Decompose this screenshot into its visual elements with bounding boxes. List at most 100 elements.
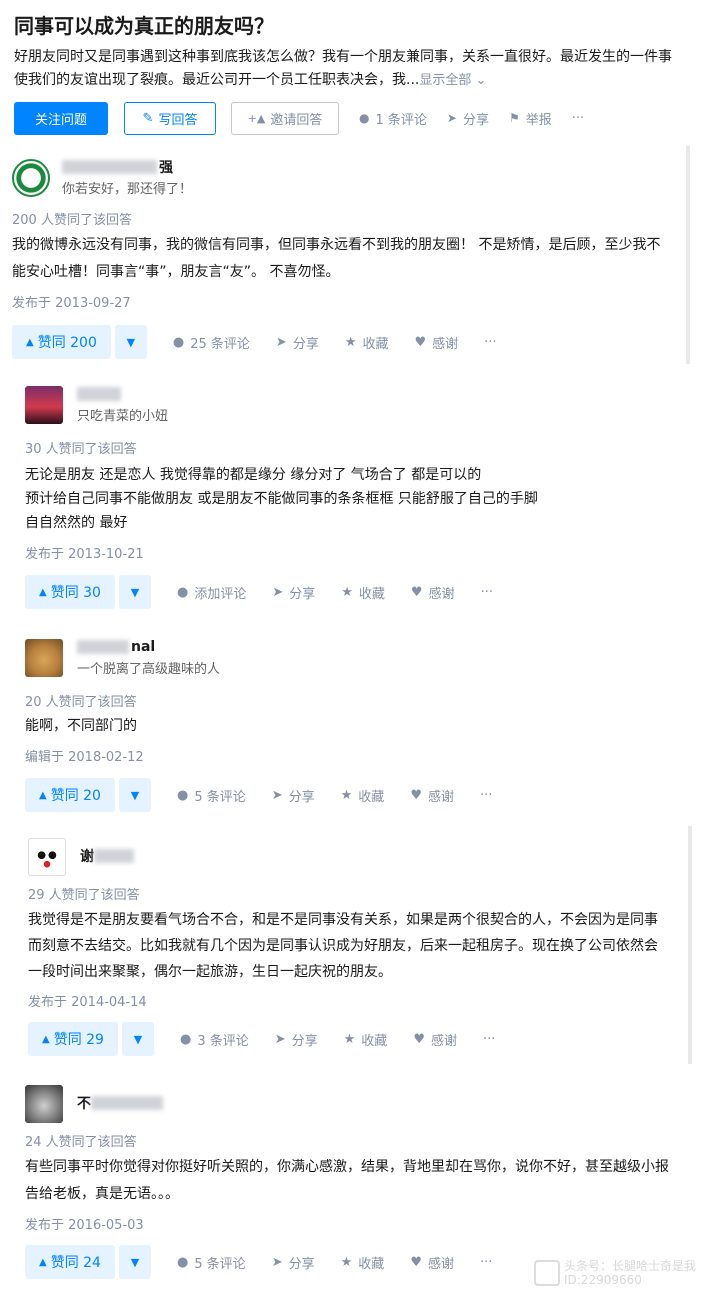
publish-date[interactable]: 发布于 2013-09-27 <box>12 292 702 311</box>
share-icon: ➤ <box>275 334 287 350</box>
avatar[interactable] <box>28 838 66 876</box>
downvote-button[interactable]: ▼ <box>118 778 151 812</box>
heart-icon: ♥ <box>413 1031 425 1047</box>
share-icon: ➤ <box>271 1254 283 1270</box>
triangle-up-icon: ▲ <box>42 1033 50 1045</box>
write-answer-button[interactable]: ✎ 写回答 <box>124 101 216 135</box>
thanks-button[interactable]: ♥ 感谢 <box>415 333 459 352</box>
watermark-line2: ID:22909660 <box>563 1273 642 1287</box>
comment-button[interactable]: ● 25 条评论 <box>173 333 250 352</box>
question-report-button[interactable]: ⚑ 举报 <box>509 109 552 128</box>
downvote-button[interactable]: ▼ <box>114 325 147 359</box>
question-share-label: 分享 <box>462 112 489 128</box>
share-button[interactable]: ➤ 分享 <box>272 583 315 602</box>
upvote-button[interactable]: ▲ 赞同 30 <box>25 575 115 609</box>
answer-paragraph: 预计给自己同事不能做朋友 或是朋友不能做同事的条条框框 只能舒服了自己的手脚 <box>25 491 538 507</box>
triangle-down-icon: ▼ <box>133 1032 143 1046</box>
answer-actions: ▲ 赞同 20 ▼ ● 5 条评论 ➤ 分享 ★ 收藏 ♥ 感谢 ··· <box>25 778 702 812</box>
triangle-up-icon: ▲ <box>39 586 47 598</box>
comment-button[interactable]: ● 3 条评论 <box>180 1030 249 1049</box>
upvote-button[interactable]: ▲ 赞同 20 <box>25 778 115 812</box>
upvote-button[interactable]: ▲ 赞同 24 <box>25 1245 115 1279</box>
watermark: 头条号：长腿哈士奇是我 ID:22909660 <box>533 1259 696 1287</box>
author-name[interactable]: 谢 <box>80 847 136 865</box>
favorite-button[interactable]: ★ 收藏 <box>345 333 389 352</box>
triangle-down-icon: ▼ <box>130 1255 140 1269</box>
flag-icon: ⚑ <box>508 111 520 125</box>
question-share-button[interactable]: ➤ 分享 <box>447 109 489 128</box>
invite-icon: +▲ <box>247 111 266 125</box>
share-button[interactable]: ➤ 分享 <box>272 1253 315 1272</box>
upvote-button[interactable]: ▲ 赞同 29 <box>28 1022 118 1056</box>
answer-card: nal 一个脱离了高级趣味的人 20 人赞同了该回答 能啊，不同部门的 编辑于 … <box>0 638 702 812</box>
author-name[interactable]: 不 <box>77 1094 165 1112</box>
heart-icon: ♥ <box>414 334 427 350</box>
invite-answer-label: 邀请回答 <box>270 112 323 128</box>
show-all-link[interactable]: 显示全部 ⌄ <box>419 73 486 88</box>
author-name[interactable] <box>77 385 168 403</box>
thanks-button[interactable]: ♥ 感谢 <box>410 1253 454 1272</box>
share-button[interactable]: ➤ 分享 <box>272 786 315 805</box>
publish-date[interactable]: 发布于 2016-05-03 <box>25 1214 702 1233</box>
avatar[interactable] <box>12 158 50 197</box>
author-name[interactable]: 强 <box>62 158 192 176</box>
question-header: 同事可以成为真正的朋友吗？ 好朋友同时又是同事遇到这种事到底我该怎么做？我有一个… <box>0 0 702 135</box>
favorite-button[interactable]: ★ 收藏 <box>341 1253 385 1272</box>
more-button[interactable]: ··· <box>484 335 496 350</box>
comment-icon: ● <box>359 111 370 125</box>
thanks-button[interactable]: ♥ 感谢 <box>413 1030 457 1049</box>
upvote-button[interactable]: ▲ 赞同 200 <box>12 325 111 359</box>
downvote-button[interactable]: ▼ <box>118 575 151 609</box>
downvote-button[interactable]: ▼ <box>121 1022 154 1056</box>
more-button[interactable]: ··· <box>483 1032 495 1047</box>
more-button[interactable]: ··· <box>480 788 492 803</box>
avatar[interactable] <box>25 638 63 677</box>
publish-date[interactable]: 发布于 2014-04-14 <box>28 991 702 1010</box>
question-report-label: 举报 <box>525 112 552 128</box>
publish-date[interactable]: 编辑于 2018-02-12 <box>25 746 702 765</box>
answer-card: 强 你若安好，那还得了！ 200 人赞同了该回答 我的微博永远没有同事，我的微信… <box>0 158 702 359</box>
answer-actions: ▲ 赞同 200 ▼ ● 25 条评论 ➤ 分享 ★ 收藏 ♥ 感谢 ··· <box>12 325 702 359</box>
question-more-button[interactable]: ··· <box>572 111 584 126</box>
vote-count: 29 人赞同了该回答 <box>28 888 140 903</box>
question-title[interactable]: 同事可以成为真正的朋友吗？ <box>14 12 688 40</box>
more-button[interactable]: ··· <box>480 1255 492 1270</box>
answer-paragraph: 自自然然的 最好 <box>25 515 128 531</box>
author-name[interactable]: nal <box>77 638 220 656</box>
avatar[interactable] <box>25 385 63 424</box>
share-button[interactable]: ➤ 分享 <box>276 333 319 352</box>
comment-button[interactable]: ● 5 条评论 <box>177 1253 246 1272</box>
heart-icon: ♥ <box>410 1254 422 1270</box>
favorite-button[interactable]: ★ 收藏 <box>341 583 385 602</box>
answer-content: 我觉得是不是朋友要看气场合不合，和是不是同事没有关系，如果是两个很契合的人，不会… <box>28 907 668 985</box>
favorite-button[interactable]: ★ 收藏 <box>344 1030 388 1049</box>
downvote-button[interactable]: ▼ <box>118 1245 151 1279</box>
publish-date[interactable]: 发布于 2013-10-21 <box>25 543 702 562</box>
scrollbar[interactable] <box>686 146 690 364</box>
favorite-button[interactable]: ★ 收藏 <box>341 786 385 805</box>
answer-card: 只吃青菜的小妞 30 人赞同了该回答 无论是朋友 还是恋人 我觉得靠的都是缘分 … <box>0 385 702 609</box>
thanks-button[interactable]: ♥ 感谢 <box>410 786 454 805</box>
question-comment-button[interactable]: ● 1 条评论 <box>359 109 427 128</box>
answer-paragraph: 无论是朋友 还是恋人 我觉得靠的都是缘分 缘分对了 气场合了 都是可以的 <box>25 467 482 483</box>
answer-actions: ▲ 赞同 30 ▼ ● 添加评论 ➤ 分享 ★ 收藏 ♥ 感谢 ··· <box>25 575 702 609</box>
invite-answer-button[interactable]: +▲ 邀请回答 <box>231 101 339 135</box>
comment-button[interactable]: ● 添加评论 <box>177 583 246 602</box>
author-info: 只吃青菜的小妞 <box>25 385 702 424</box>
author-info: 谢 <box>28 838 702 876</box>
vote-count: 200 人赞同了该回答 <box>12 213 132 228</box>
scrollbar[interactable] <box>688 826 692 1064</box>
thanks-button[interactable]: ♥ 感谢 <box>411 583 455 602</box>
more-button[interactable]: ··· <box>481 585 493 600</box>
vote-count: 30 人赞同了该回答 <box>25 442 137 457</box>
answer-paragraph: 我的微博永远没有同事，我的微信有同事，但同事永远看不到我的朋友圈！ 不是矫情，是… <box>12 237 661 280</box>
comment-button[interactable]: ● 5 条评论 <box>177 786 246 805</box>
avatar[interactable] <box>25 1085 63 1123</box>
share-icon: ➤ <box>272 584 284 600</box>
share-button[interactable]: ➤ 分享 <box>275 1030 318 1049</box>
pen-icon: ✎ <box>142 110 154 126</box>
comment-icon: ● <box>179 1031 192 1047</box>
triangle-up-icon: ▲ <box>39 1256 47 1268</box>
follow-question-button[interactable]: 关注问题 <box>14 101 108 135</box>
answer-paragraph: 有些同事平时你觉得对你挺好听关照的，你满心感激，结果，背地里却在骂你，说你不好，… <box>25 1159 669 1202</box>
